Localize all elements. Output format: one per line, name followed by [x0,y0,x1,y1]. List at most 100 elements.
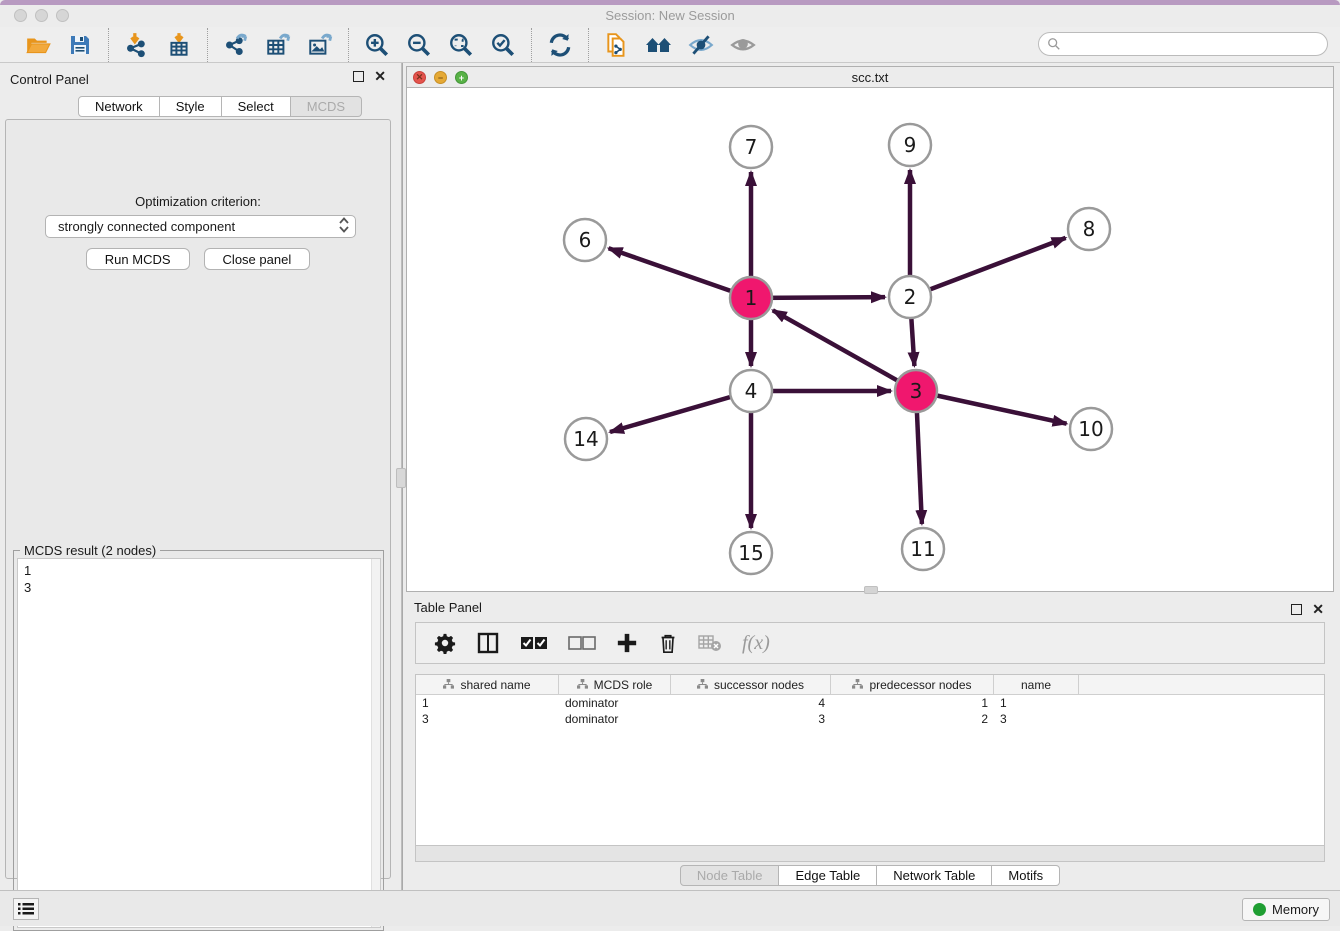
network-graph-canvas[interactable]: 1234678910111415 [407,88,1333,591]
tab-motifs[interactable]: Motifs [992,865,1060,886]
table-footer-strip [415,846,1325,862]
zoom-selected-icon[interactable] [489,31,517,59]
search-icon [1047,37,1061,51]
cell-successor-nodes[interactable]: 3 [671,711,831,727]
task-history-button[interactable] [13,898,39,920]
graph-node-label-4: 4 [745,379,758,403]
cell-successor-nodes[interactable]: 4 [671,695,831,711]
close-table-panel-icon[interactable]: ✕ [1312,604,1324,615]
mcds-result-group: MCDS result (2 nodes) 1 3 [13,550,384,931]
graph-node-label-2: 2 [904,285,917,309]
shared-column-icon [697,679,708,690]
column-header-predecessor-nodes[interactable]: predecessor nodes [831,675,994,694]
memory-button[interactable]: Memory [1242,898,1330,921]
cell-MCDS-role[interactable]: dominator [559,711,671,727]
criterion-dropdown[interactable]: strongly connected component [45,215,356,238]
tab-edge-table[interactable]: Edge Table [779,865,877,886]
cell-name[interactable]: 1 [994,695,1079,711]
column-header-label: successor nodes [714,678,804,692]
mcds-result-textarea[interactable]: 1 3 [17,558,381,928]
table-panel-title: Table Panel [414,600,482,615]
status-bar: Memory [0,890,1340,926]
edge-3-10[interactable] [916,391,1067,424]
edge-1-6[interactable] [609,248,751,298]
cell-name[interactable]: 3 [994,711,1079,727]
list-icon [18,902,34,916]
result-scrollbar[interactable] [371,559,380,927]
cell-predecessor-nodes[interactable]: 2 [831,711,994,727]
float-table-panel-icon[interactable] [1291,604,1302,615]
tab-network[interactable]: Network [78,96,160,117]
graph-node-label-11: 11 [910,537,935,561]
tab-node-table[interactable]: Node Table [680,865,780,886]
export-table-icon[interactable] [264,31,292,59]
control-panel-tabs: NetworkStyleSelectMCDS [78,96,362,117]
cell-MCDS-role[interactable]: dominator [559,695,671,711]
graph-node-label-8: 8 [1083,217,1096,241]
search-field[interactable] [1038,32,1328,56]
delete-table-icon [698,634,722,652]
home-icon[interactable] [645,31,673,59]
show-eye-icon[interactable] [729,31,757,59]
import-table-icon[interactable] [165,31,193,59]
add-column-icon[interactable] [616,632,638,654]
cell-shared-name[interactable]: 3 [416,711,559,727]
select-all-icon[interactable] [520,636,548,650]
column-header-name[interactable]: name [994,675,1079,694]
table-splitter-handle[interactable] [864,586,878,594]
columns-icon[interactable] [476,631,500,655]
control-panel: Control Panel ✕ NetworkStyleSelectMCDS O… [0,63,396,890]
close-panel-icon[interactable]: ✕ [374,71,386,82]
search-input[interactable] [1061,37,1327,51]
titlebar: Session: New Session [0,5,1340,27]
cell-shared-name[interactable]: 1 [416,695,559,711]
refresh-icon[interactable] [546,31,574,59]
column-header-MCDS-role[interactable]: MCDS role [559,675,671,694]
network-window-titlebar[interactable]: ✕ − + scc.txt [407,67,1333,88]
open-folder-icon[interactable] [24,31,52,59]
import-network-icon[interactable] [123,31,151,59]
tab-mcds[interactable]: MCDS [291,96,362,117]
main-toolbar [0,27,1340,63]
shared-column-icon [577,679,588,690]
edge-3-1[interactable] [773,310,916,391]
graph-node-label-10: 10 [1078,417,1103,441]
export-network-icon[interactable] [222,31,250,59]
tab-network-table[interactable]: Network Table [877,865,992,886]
export-image-icon[interactable] [306,31,334,59]
gear-icon[interactable] [434,632,456,654]
duplicate-network-icon[interactable] [603,31,631,59]
graph-node-label-15: 15 [738,541,763,565]
panel-splitter-handle[interactable] [396,468,406,488]
tab-style[interactable]: Style [160,96,222,117]
zoom-out-icon[interactable] [405,31,433,59]
graph-node-label-9: 9 [904,133,917,157]
edge-2-8[interactable] [910,238,1066,297]
graph-node-label-1: 1 [745,286,758,310]
close-panel-button[interactable]: Close panel [204,248,311,270]
save-icon[interactable] [66,31,94,59]
graph-node-label-14: 14 [573,427,598,451]
hide-eye-icon[interactable] [687,31,715,59]
table-header-row: shared name MCDS role successor nodes prede… [416,675,1324,695]
column-header-label: MCDS role [594,678,653,692]
zoom-in-icon[interactable] [363,31,391,59]
optimization-criterion-label: Optimization criterion: [6,194,390,209]
column-header-successor-nodes[interactable]: successor nodes [671,675,831,694]
delete-icon[interactable] [658,632,678,654]
table-row[interactable]: 1dominator411 [416,695,1324,711]
tab-select[interactable]: Select [222,96,291,117]
mcds-result-lines: 1 3 [18,559,380,599]
float-panel-icon[interactable] [353,71,364,82]
deselect-all-icon[interactable] [568,636,596,650]
column-header-label: predecessor nodes [869,678,971,692]
run-mcds-button[interactable]: Run MCDS [86,248,190,270]
column-header-label: name [1021,678,1051,692]
cell-predecessor-nodes[interactable]: 1 [831,695,994,711]
network-view-window: ✕ − + scc.txt 1234678910111415 [406,66,1334,592]
zoom-fit-icon[interactable] [447,31,475,59]
column-header-shared-name[interactable]: shared name [416,675,559,694]
graph-node-label-7: 7 [745,135,758,159]
table-row[interactable]: 3dominator323 [416,711,1324,727]
node-table[interactable]: shared name MCDS role successor nodes prede… [415,674,1325,846]
